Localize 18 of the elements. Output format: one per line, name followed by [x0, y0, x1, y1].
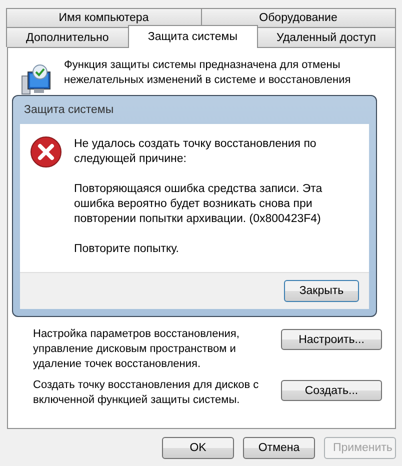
dialog-button[interactable]: OK	[162, 437, 234, 459]
action-button[interactable]: Создать...	[281, 380, 382, 401]
tab[interactable]: Защита системы	[128, 25, 258, 48]
action-description: Создать точку восстановления для дисков с включенной функцией защиты системы.	[33, 378, 260, 408]
description-text: Функция защиты системы предназначена для отмены нежелательных изменений в системе и восстановления	[64, 58, 352, 88]
error-message: Не удалось создать точку восстановления по следующей причине:	[74, 137, 318, 167]
close-button[interactable]: Закрыть	[284, 280, 359, 302]
action-button[interactable]: Настроить...	[281, 329, 382, 350]
tab[interactable]: Имя компьютера	[6, 8, 202, 27]
retry-text: Повторите попытку.	[74, 242, 180, 257]
tab[interactable]: Оборудование	[200, 8, 396, 27]
action-description: Настройка параметров восстановления, управление дисковым пространством и удаление точек восстановления.	[33, 327, 240, 372]
dialog-button[interactable]: Отмена	[243, 437, 315, 459]
tab[interactable]: Удаленный доступ	[256, 27, 396, 47]
dialog-title: Защита системы	[23, 103, 115, 118]
error-icon	[30, 136, 62, 168]
error-detail: Повторяющаяся ошибка средства записи. Эта ошибка вероятно будет возникать снова при повторении попытки архивации. (0x800423F4)	[74, 182, 324, 227]
tab[interactable]: Дополнительно	[6, 27, 129, 47]
